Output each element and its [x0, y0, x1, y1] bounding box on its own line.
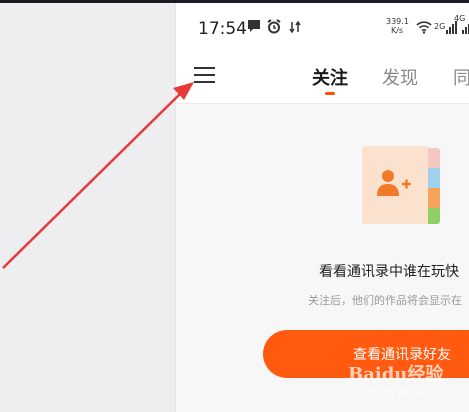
annotation-arrow — [2, 82, 194, 269]
baidu-watermark: Baidu经验 jingyan.baidu.com — [338, 360, 469, 410]
watermark-brand: Baidu经验 — [348, 364, 444, 385]
watermark-url: jingyan.baidu.com — [357, 388, 450, 399]
